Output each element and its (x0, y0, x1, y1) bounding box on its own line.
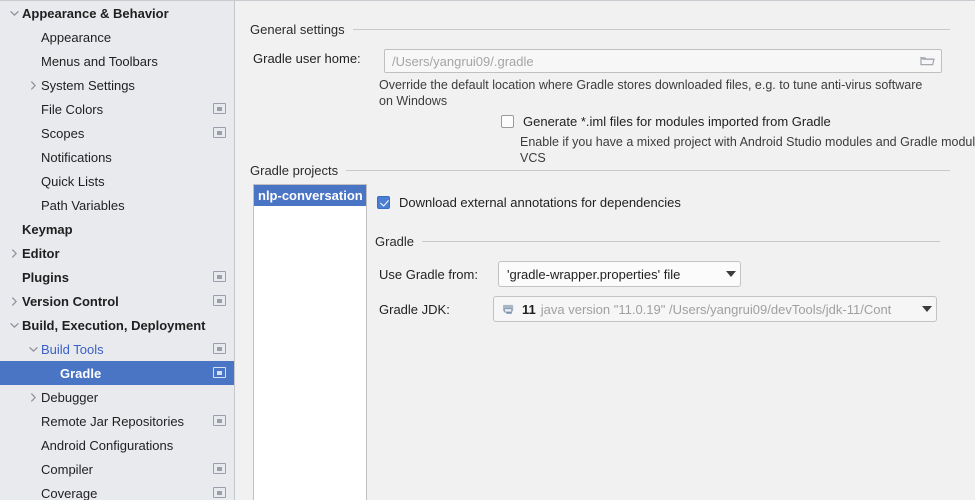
sidebar-item-label: Android Configurations (41, 438, 226, 453)
settings-sync-icon (213, 127, 226, 140)
sidebar-item-android-configurations[interactable]: Android Configurations (0, 433, 234, 457)
section-divider-line-3 (422, 241, 940, 242)
sidebar-item-label: System Settings (41, 78, 226, 93)
settings-sync-icon (213, 415, 226, 428)
gradle-group-header: Gradle (375, 234, 940, 249)
section-divider-line-2 (346, 170, 950, 171)
generate-iml-label: Generate *.iml files for modules importe… (523, 114, 831, 129)
sidebar-item-label: Build Tools (41, 342, 207, 357)
settings-sidebar[interactable]: Appearance & Behavior Appearance Menus and… (0, 1, 235, 500)
sidebar-item-label: Version Control (22, 294, 207, 309)
download-annotations-checkbox[interactable] (377, 196, 390, 209)
use-gradle-from-dropdown[interactable]: 'gradle-wrapper.properties' file (498, 261, 741, 287)
sidebar-item-label: Plugins (22, 270, 207, 285)
gradle-group-title: Gradle (375, 234, 414, 249)
settings-sync-icon (213, 271, 226, 284)
chevron-down-icon[interactable] (6, 10, 22, 17)
chevron-right-icon[interactable] (25, 81, 41, 90)
sidebar-item-editor[interactable]: Editor (0, 241, 234, 265)
use-gradle-from-value: 'gradle-wrapper.properties' file (507, 267, 680, 282)
download-annotations-label: Download external annotations for depend… (399, 195, 681, 210)
gradle-projects-list[interactable]: nlp-conversation (253, 184, 367, 500)
sidebar-item-label: Debugger (41, 390, 226, 405)
section-divider-line (353, 29, 950, 30)
sidebar-item-label: Menus and Toolbars (41, 54, 226, 69)
gradle-projects-list-body[interactable]: nlp-conversation (254, 185, 366, 206)
settings-dialog: Appearance & Behavior Appearance Menus and… (0, 0, 975, 500)
chevron-down-icon[interactable] (6, 322, 22, 329)
generate-iml-checkbox-row[interactable]: Generate *.iml files for modules importe… (501, 114, 831, 129)
sidebar-item-label: Remote Jar Repositories (41, 414, 207, 429)
sidebar-item-appearance-behavior[interactable]: Appearance & Behavior (0, 1, 234, 25)
sidebar-item-label: Notifications (41, 150, 226, 165)
sidebar-item-label: Quick Lists (41, 174, 226, 189)
settings-sync-icon (213, 103, 226, 116)
general-settings-header: General settings (250, 22, 950, 37)
settings-sync-icon (213, 487, 226, 500)
sidebar-item-keymap[interactable]: Keymap (0, 217, 234, 241)
download-annotations-row[interactable]: Download external annotations for depend… (377, 195, 681, 210)
use-gradle-from-label: Use Gradle from: (379, 267, 478, 282)
chevron-right-icon[interactable] (25, 393, 41, 402)
settings-sync-icon (213, 295, 226, 308)
gradle-project-item[interactable]: nlp-conversation (254, 185, 366, 206)
chevron-right-icon[interactable] (6, 249, 22, 258)
sidebar-item-appearance[interactable]: Appearance (0, 25, 234, 49)
settings-sync-icon (213, 367, 226, 380)
sidebar-item-label: Appearance & Behavior (22, 6, 226, 21)
generate-iml-checkbox[interactable] (501, 115, 514, 128)
sidebar-item-label: Appearance (41, 30, 226, 45)
gradle-jdk-dropdown[interactable]: 11 java version "11.0.19" /Users/yangrui… (493, 296, 937, 322)
gradle-user-home-value: /Users/yangrui09/.gradle (392, 54, 534, 69)
sidebar-item-label: Compiler (41, 462, 207, 477)
gradle-projects-header: Gradle projects (250, 163, 950, 178)
gradle-settings-panel: General settings Gradle user home: /User… (235, 1, 975, 500)
sidebar-item-label: Gradle (60, 366, 207, 381)
chevron-down-icon[interactable] (25, 346, 41, 353)
gradle-user-home-hint: Override the default location where Grad… (379, 77, 925, 109)
sidebar-item-label: Editor (22, 246, 226, 261)
folder-browse-icon[interactable] (920, 55, 935, 68)
sidebar-item-quick-lists[interactable]: Quick Lists (0, 169, 234, 193)
sidebar-item-notifications[interactable]: Notifications (0, 145, 234, 169)
jdk-icon (502, 303, 517, 316)
sidebar-item-remote-jar-repositories[interactable]: Remote Jar Repositories (0, 409, 234, 433)
sidebar-item-label: Build, Execution, Deployment (22, 318, 226, 333)
sidebar-item-compiler[interactable]: Compiler (0, 457, 234, 481)
sidebar-item-coverage[interactable]: Coverage (0, 481, 234, 500)
sidebar-item-label: Keymap (22, 222, 226, 237)
settings-sync-icon (213, 463, 226, 476)
generate-iml-hint: Enable if you have a mixed project with … (520, 134, 975, 166)
generate-iml-hint-text: Enable if you have a mixed project with … (520, 135, 975, 165)
general-settings-title: General settings (250, 22, 345, 37)
gradle-jdk-path: java version "11.0.19" /Users/yangrui09/… (541, 302, 892, 317)
sidebar-item-build-tools[interactable]: Build Tools (0, 337, 234, 361)
sidebar-item-path-variables[interactable]: Path Variables (0, 193, 234, 217)
settings-sync-icon (213, 343, 226, 356)
sidebar-item-label: Coverage (41, 486, 207, 500)
sidebar-item-build-execution-deployment[interactable]: Build, Execution, Deployment (0, 313, 234, 337)
gradle-user-home-input[interactable]: /Users/yangrui09/.gradle (384, 49, 942, 73)
settings-tree[interactable]: Appearance & Behavior Appearance Menus and… (0, 1, 234, 500)
sidebar-item-version-control[interactable]: Version Control (0, 289, 234, 313)
gradle-projects-title: Gradle projects (250, 163, 338, 178)
chevron-down-icon (718, 270, 736, 279)
sidebar-item-debugger[interactable]: Debugger (0, 385, 234, 409)
sidebar-item-scopes[interactable]: Scopes (0, 121, 234, 145)
chevron-down-icon-jdk (914, 305, 932, 314)
sidebar-item-gradle[interactable]: Gradle (0, 361, 234, 385)
sidebar-item-file-colors[interactable]: File Colors (0, 97, 234, 121)
sidebar-item-system-settings[interactable]: System Settings (0, 73, 234, 97)
gradle-jdk-label: Gradle JDK: (379, 302, 450, 317)
sidebar-item-label: Path Variables (41, 198, 226, 213)
gradle-user-home-hint-text: Override the default location where Grad… (379, 78, 922, 108)
gradle-user-home-label: Gradle user home: (253, 51, 361, 66)
chevron-right-icon[interactable] (6, 297, 22, 306)
gradle-jdk-version: 11 (522, 302, 536, 317)
sidebar-item-plugins[interactable]: Plugins (0, 265, 234, 289)
sidebar-item-menus-and-toolbars[interactable]: Menus and Toolbars (0, 49, 234, 73)
sidebar-item-label: Scopes (41, 126, 207, 141)
sidebar-item-label: File Colors (41, 102, 207, 117)
